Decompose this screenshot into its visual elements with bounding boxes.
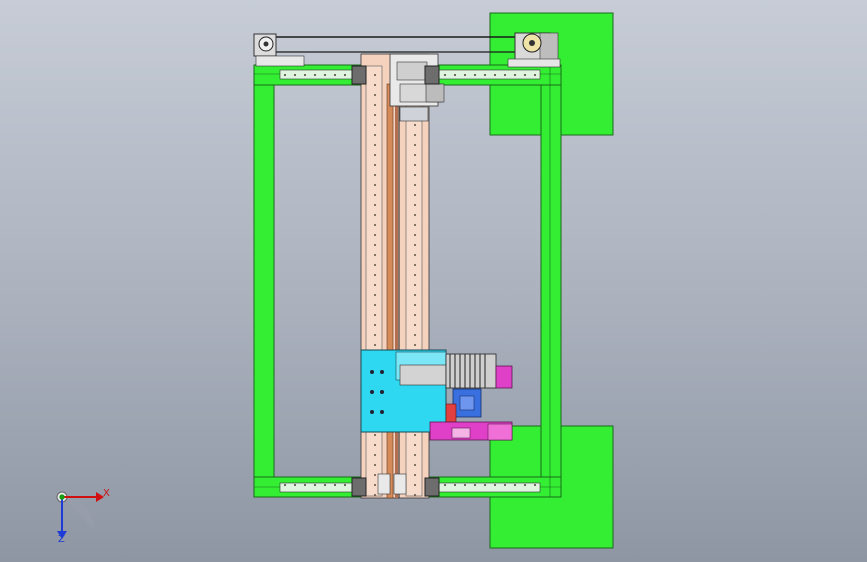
x-axis-label: X [103, 488, 110, 499]
frame-right-beam [540, 64, 562, 498]
gear-motor [445, 353, 513, 389]
frame-left-beam [253, 64, 275, 498]
magenta-bracket [429, 421, 513, 441]
cad-viewport[interactable]: X Z [0, 0, 867, 562]
gantry-assembly-model[interactable] [0, 0, 867, 562]
center-belt [386, 83, 394, 499]
axis-triad [56, 491, 104, 539]
cyan-work-carriage[interactable] [360, 349, 447, 433]
blue-servo-motor [445, 388, 482, 423]
z-axis-label: Z [58, 534, 65, 545]
y-axis-dot [59, 494, 65, 500]
